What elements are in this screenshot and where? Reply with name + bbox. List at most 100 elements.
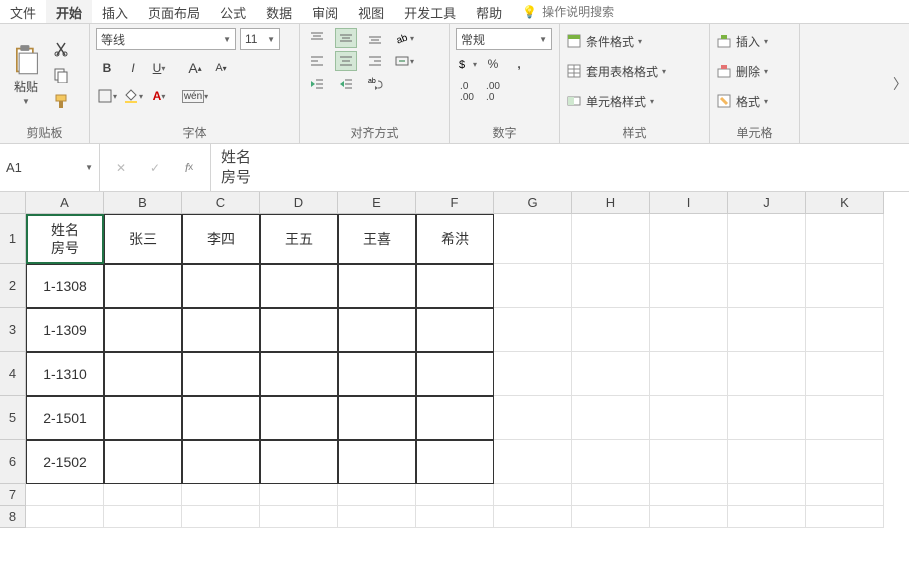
cell-K8[interactable]: [806, 506, 884, 528]
column-header-J[interactable]: J: [728, 192, 806, 214]
column-header-C[interactable]: C: [182, 192, 260, 214]
tab-数据[interactable]: 数据: [256, 0, 302, 23]
merge-button[interactable]: ▾: [393, 51, 415, 71]
cell-K3[interactable]: [806, 308, 884, 352]
tab-页面布局[interactable]: 页面布局: [138, 0, 210, 23]
row-header-8[interactable]: 8: [0, 506, 26, 528]
cell-C2[interactable]: [182, 264, 260, 308]
cell-A2[interactable]: 1-1308: [26, 264, 104, 308]
insert-cells-button[interactable]: 插入▾: [716, 28, 793, 54]
fill-color-button[interactable]: ▾: [122, 86, 144, 106]
name-box[interactable]: A1▼: [0, 144, 100, 191]
cell-G7[interactable]: [494, 484, 572, 506]
cell-A6[interactable]: 2-1502: [26, 440, 104, 484]
number-format-combo[interactable]: 常规▼: [456, 28, 552, 50]
cell-D2[interactable]: [260, 264, 338, 308]
align-bottom-button[interactable]: [364, 28, 386, 48]
cell-styles-button[interactable]: 单元格样式▾: [566, 88, 703, 114]
formula-input[interactable]: 姓名 房号: [211, 144, 909, 191]
cell-F7[interactable]: [416, 484, 494, 506]
tab-文件[interactable]: 文件: [0, 0, 46, 23]
tab-公式[interactable]: 公式: [210, 0, 256, 23]
cell-D3[interactable]: [260, 308, 338, 352]
cell-H5[interactable]: [572, 396, 650, 440]
cell-K6[interactable]: [806, 440, 884, 484]
column-header-E[interactable]: E: [338, 192, 416, 214]
format-as-table-button[interactable]: 套用表格格式▾: [566, 58, 703, 84]
align-middle-button[interactable]: [335, 28, 357, 48]
phonetic-button[interactable]: wén▾: [184, 86, 206, 106]
cell-I8[interactable]: [650, 506, 728, 528]
align-left-button[interactable]: [306, 51, 328, 71]
format-painter-button[interactable]: [50, 91, 72, 111]
cell-E7[interactable]: [338, 484, 416, 506]
cell-D4[interactable]: [260, 352, 338, 396]
row-header-3[interactable]: 3: [0, 308, 26, 352]
cell-B3[interactable]: [104, 308, 182, 352]
cell-J3[interactable]: [728, 308, 806, 352]
tab-开发工具[interactable]: 开发工具: [394, 0, 466, 23]
font-color-button[interactable]: A▾: [148, 86, 170, 106]
cell-C8[interactable]: [182, 506, 260, 528]
cell-G8[interactable]: [494, 506, 572, 528]
ribbon-overflow-icon[interactable]: 〉: [893, 74, 907, 94]
cell-I2[interactable]: [650, 264, 728, 308]
conditional-format-button[interactable]: 条件格式▾: [566, 28, 703, 54]
cell-F1[interactable]: 希洪: [416, 214, 494, 264]
cell-B7[interactable]: [104, 484, 182, 506]
cell-E8[interactable]: [338, 506, 416, 528]
cell-G4[interactable]: [494, 352, 572, 396]
cell-H4[interactable]: [572, 352, 650, 396]
tab-插入[interactable]: 插入: [92, 0, 138, 23]
column-header-I[interactable]: I: [650, 192, 728, 214]
orientation-button[interactable]: ab▾: [393, 28, 415, 48]
cell-G6[interactable]: [494, 440, 572, 484]
cell-J5[interactable]: [728, 396, 806, 440]
decrease-decimal-button[interactable]: .00.0: [482, 82, 504, 102]
cell-D6[interactable]: [260, 440, 338, 484]
format-cells-button[interactable]: 格式▾: [716, 88, 793, 114]
percent-button[interactable]: %: [482, 54, 504, 74]
cell-C3[interactable]: [182, 308, 260, 352]
tab-审阅[interactable]: 审阅: [302, 0, 348, 23]
decrease-indent-button[interactable]: [306, 74, 328, 94]
cell-C4[interactable]: [182, 352, 260, 396]
increase-indent-button[interactable]: [335, 74, 357, 94]
tab-开始[interactable]: 开始: [46, 0, 92, 23]
cell-H1[interactable]: [572, 214, 650, 264]
cell-K1[interactable]: [806, 214, 884, 264]
cell-A8[interactable]: [26, 506, 104, 528]
column-header-H[interactable]: H: [572, 192, 650, 214]
grow-font-button[interactable]: A▴: [184, 58, 206, 78]
row-header-1[interactable]: 1: [0, 214, 26, 264]
cell-E1[interactable]: 王喜: [338, 214, 416, 264]
cell-J6[interactable]: [728, 440, 806, 484]
italic-button[interactable]: I: [122, 58, 144, 78]
cell-G3[interactable]: [494, 308, 572, 352]
delete-cells-button[interactable]: 删除▾: [716, 58, 793, 84]
fx-button[interactable]: fx: [178, 158, 200, 178]
column-header-G[interactable]: G: [494, 192, 572, 214]
cell-F8[interactable]: [416, 506, 494, 528]
align-center-button[interactable]: [335, 51, 357, 71]
cell-D7[interactable]: [260, 484, 338, 506]
column-header-A[interactable]: A: [26, 192, 104, 214]
cell-F4[interactable]: [416, 352, 494, 396]
cell-K4[interactable]: [806, 352, 884, 396]
select-all-corner[interactable]: [0, 192, 26, 214]
cell-A3[interactable]: 1-1309: [26, 308, 104, 352]
wrap-text-button[interactable]: ab: [364, 74, 386, 94]
cell-D1[interactable]: 王五: [260, 214, 338, 264]
cell-H7[interactable]: [572, 484, 650, 506]
cancel-formula-button[interactable]: ✕: [110, 158, 132, 178]
cell-E6[interactable]: [338, 440, 416, 484]
cell-B8[interactable]: [104, 506, 182, 528]
cell-G5[interactable]: [494, 396, 572, 440]
tab-帮助[interactable]: 帮助: [466, 0, 512, 23]
shrink-font-button[interactable]: A▾: [210, 58, 232, 78]
cell-A4[interactable]: 1-1310: [26, 352, 104, 396]
tab-视图[interactable]: 视图: [348, 0, 394, 23]
row-header-5[interactable]: 5: [0, 396, 26, 440]
cell-F3[interactable]: [416, 308, 494, 352]
cell-F2[interactable]: [416, 264, 494, 308]
